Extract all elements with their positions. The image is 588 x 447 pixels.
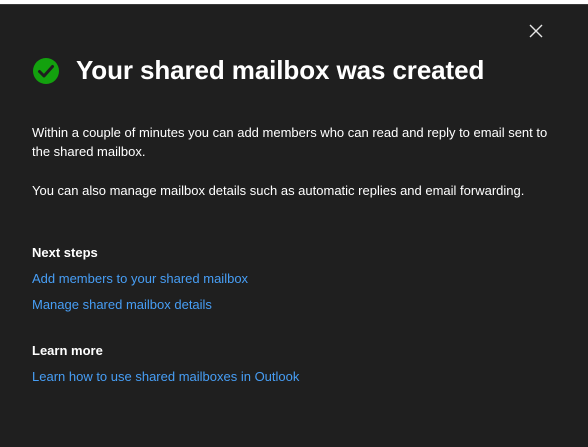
description-manage: You can also manage mailbox details such…: [32, 183, 525, 198]
learn-more-heading: Learn more: [32, 343, 103, 358]
learn-shared-mailboxes-link[interactable]: Learn how to use shared mailboxes in Out…: [32, 369, 299, 384]
check-circle-icon: [33, 57, 59, 84]
dialog-header: Your shared mailbox was created: [32, 55, 484, 86]
description-members: Within a couple of minutes you can add m…: [32, 125, 548, 159]
shared-mailbox-created-panel: Your shared mailbox was created Within a…: [0, 4, 588, 447]
add-members-link[interactable]: Add members to your shared mailbox: [32, 271, 248, 286]
close-icon: [529, 24, 543, 38]
next-steps-heading: Next steps: [32, 245, 98, 260]
manage-mailbox-details-link[interactable]: Manage shared mailbox details: [32, 297, 212, 312]
close-button[interactable]: [524, 19, 548, 43]
dialog-title: Your shared mailbox was created: [76, 55, 485, 85]
